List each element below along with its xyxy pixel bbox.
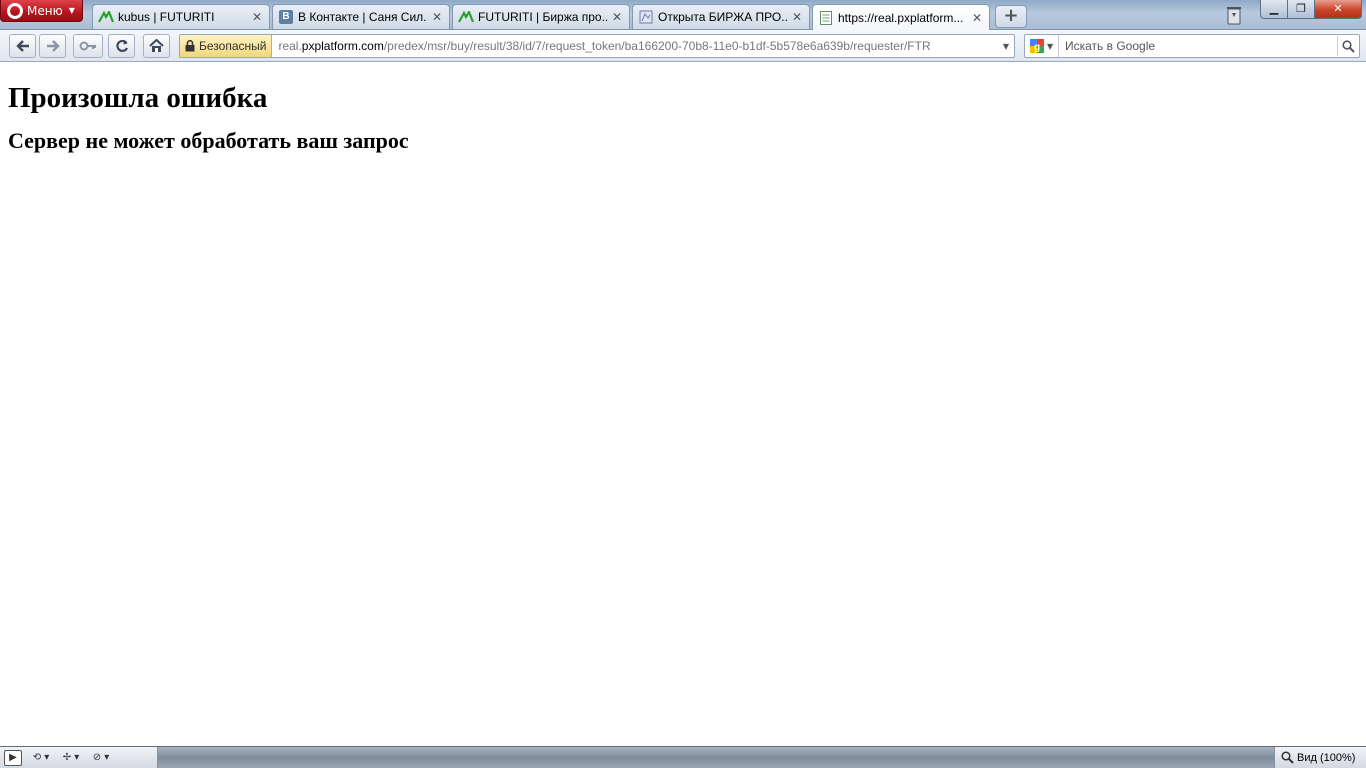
closed-tabs-trash-icon[interactable]: [1224, 4, 1244, 26]
chevron-down-icon: ▼: [68, 6, 75, 15]
tab-title: https://real.pxplatform...: [838, 10, 964, 25]
tab-bar: Меню ▼ kubus | FUTURITI ✕ B В Контакте |…: [0, 0, 1366, 30]
lock-icon: [185, 40, 195, 52]
svg-text:g: g: [1034, 42, 1040, 53]
close-icon: ✕: [1333, 2, 1343, 15]
window-close-button[interactable]: ✕: [1314, 0, 1362, 19]
page-icon: [638, 9, 654, 25]
restore-icon: ❐: [1296, 2, 1306, 15]
tab-kubus[interactable]: kubus | FUTURITI ✕: [92, 4, 270, 29]
chevron-down-icon[interactable]: ▼: [998, 42, 1014, 51]
google-icon: g: [1030, 39, 1044, 53]
futuriti-icon: [98, 9, 114, 25]
reload-button[interactable]: [108, 34, 135, 58]
tab-birzha-open[interactable]: Открыта БИРЖА ПРО... ✕: [632, 4, 810, 29]
wand-button[interactable]: [73, 34, 103, 58]
search-input[interactable]: [1059, 36, 1337, 56]
chevron-down-icon: ▼: [1047, 41, 1054, 51]
new-tab-button[interactable]: +: [995, 5, 1027, 28]
error-heading: Произошла ошибка: [8, 82, 268, 114]
search-box: g ▼: [1024, 34, 1360, 58]
turbo-icon[interactable]: ⟲ ▾: [30, 750, 52, 766]
document-icon: [818, 10, 834, 26]
close-icon[interactable]: ✕: [251, 11, 263, 23]
panel-toggle-icon[interactable]: ▶: [4, 749, 22, 766]
search-icon: [1342, 39, 1355, 53]
menu-label: Меню: [27, 3, 63, 18]
close-icon[interactable]: ✕: [791, 11, 803, 23]
forward-button[interactable]: [39, 34, 66, 58]
url-host: pxplatform.com: [301, 39, 384, 53]
arrow-right-icon: [46, 40, 60, 52]
error-subheading: Сервер не может обработать ваш запрос: [8, 128, 409, 153]
close-icon[interactable]: ✕: [971, 12, 983, 24]
navigation-toolbar: Безопасный real.pxplatform.com/predex/ms…: [0, 30, 1366, 62]
security-badge[interactable]: Безопасный: [180, 35, 273, 57]
tab-title: Открыта БИРЖА ПРО...: [658, 10, 787, 24]
vk-icon: B: [278, 9, 294, 25]
opera-logo-icon: [7, 2, 23, 19]
block-content-icon[interactable]: ⊘ ▾: [90, 750, 112, 766]
reload-icon: [115, 39, 128, 53]
back-button[interactable]: [9, 34, 36, 58]
search-button[interactable]: [1337, 36, 1359, 56]
minimize-icon: ▁: [1269, 2, 1279, 15]
zoom-icon: [1281, 751, 1294, 764]
url-path: /predex/msr/buy/result/38/id/7/request_t…: [383, 39, 931, 53]
url-prefix: real.: [278, 39, 302, 53]
vk-icon-letter: B: [279, 10, 293, 24]
minimize-button[interactable]: ▁: [1260, 0, 1288, 19]
status-bar-left-tools: ▶ ⟲ ▾ ✢ ▾ ⊘ ▾: [0, 747, 158, 768]
opera-menu-button[interactable]: Меню ▼: [0, 0, 83, 22]
tab-pxplatform-active[interactable]: https://real.pxplatform... ✕: [812, 4, 990, 30]
home-button[interactable]: [143, 34, 170, 58]
page-content: Произошла ошибка Сервер не может обработ…: [0, 63, 1366, 746]
tab-title: kubus | FUTURITI: [118, 10, 215, 24]
home-icon: [149, 39, 164, 52]
search-engine-selector[interactable]: g ▼: [1025, 35, 1059, 57]
tab-vkontakte[interactable]: B В Контакте | Саня Сил... ✕: [272, 4, 450, 29]
zoom-control[interactable]: Вид (100%): [1274, 747, 1366, 768]
key-icon: [79, 41, 96, 51]
tab-futuriti-exchange[interactable]: FUTURITI | Биржа про... ✕: [452, 4, 630, 29]
maximize-button[interactable]: ❐: [1287, 0, 1315, 19]
tab-title: В Контакте | Саня Сил...: [298, 10, 427, 24]
tab-title: FUTURITI | Биржа про...: [478, 10, 607, 24]
close-icon[interactable]: ✕: [431, 11, 443, 23]
unite-icon[interactable]: ✢ ▾: [60, 750, 82, 766]
futuriti-icon: [458, 9, 474, 25]
url-text[interactable]: real.pxplatform.com/predex/msr/buy/resul…: [272, 39, 998, 53]
close-icon[interactable]: ✕: [611, 11, 623, 23]
security-label: Безопасный: [199, 39, 267, 53]
address-bar[interactable]: Безопасный real.pxplatform.com/predex/ms…: [179, 34, 1015, 58]
status-bar: ▶ ⟲ ▾ ✢ ▾ ⊘ ▾ Вид (100%): [0, 746, 1366, 768]
arrow-left-icon: [15, 40, 29, 52]
zoom-label: Вид (100%): [1297, 751, 1356, 764]
